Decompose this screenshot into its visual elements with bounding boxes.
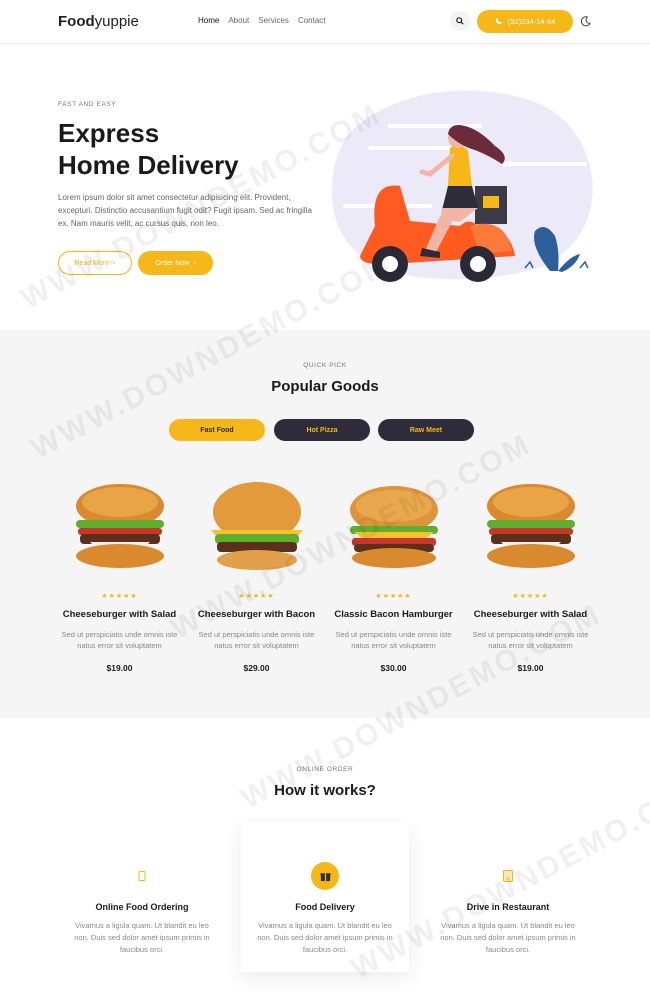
- how-title: How it works?: [274, 782, 376, 799]
- order-now-button[interactable]: Order Now ›: [138, 251, 213, 275]
- hero-title-line1: Express: [58, 118, 160, 148]
- logo-light: yuppie: [94, 13, 139, 30]
- rating-stars: ★★★★★: [512, 593, 549, 600]
- hero-title-line2: Home Delivery: [58, 150, 239, 180]
- rating-stars: ★★★★★: [375, 593, 412, 600]
- site-header: Foodyuppie Home About Services Contact (…: [0, 0, 650, 44]
- logo[interactable]: Foodyuppie: [58, 13, 139, 30]
- chevron-right-icon: ›: [113, 259, 116, 267]
- main-nav: Home About Services Contact: [198, 16, 326, 25]
- logo-bold: Food: [58, 13, 95, 30]
- step-text: Vivamus a ligula quam. Ut blandit eu leo…: [440, 921, 576, 954]
- tab-hot-pizza[interactable]: Hot Pizza: [274, 419, 370, 441]
- tab-raw-meet[interactable]: Raw Meet: [378, 419, 474, 441]
- popular-eyebrow: QUICK PICK: [303, 362, 347, 369]
- step-card-online-ordering: Online Food Ordering Vivamus a ligula qu…: [58, 822, 226, 972]
- burger-image: [57, 478, 182, 578]
- product-description: Sed ut perspiciatis unde omnis iste natu…: [335, 630, 452, 650]
- product-description: Sed ut perspiciatis unde omnis iste natu…: [472, 630, 589, 650]
- step-text: Vivamus a ligula quam. Ut blandit eu leo…: [257, 921, 393, 954]
- product-card[interactable]: ★★★★★ Cheeseburger with Salad Sed ut per…: [468, 478, 593, 673]
- search-icon: [456, 17, 464, 25]
- nav-contact[interactable]: Contact: [298, 16, 326, 25]
- tab-fast-food[interactable]: Fast Food: [169, 419, 265, 441]
- delivery-scooter-illustration: [331, 90, 593, 282]
- hero-eyebrow: FAST AND EASY: [58, 101, 117, 108]
- product-description: Sed ut perspiciatis unde omnis iste natu…: [198, 630, 315, 650]
- product-price: $30.00: [380, 663, 407, 673]
- step-card-food-delivery: Food Delivery Vivamus a ligula quam. Ut …: [241, 822, 409, 972]
- phone-button[interactable]: (32)234-14-84: [477, 10, 573, 33]
- tablet-icon: [494, 862, 522, 890]
- mobile-phone-icon: [128, 862, 156, 890]
- nav-about[interactable]: About: [228, 16, 249, 25]
- product-price: $19.00: [517, 663, 544, 673]
- rating-stars: ★★★★★: [101, 593, 138, 600]
- phone-icon: [495, 18, 502, 25]
- product-description: Sed ut perspiciatis unde omnis iste natu…: [61, 630, 178, 650]
- order-now-label: Order Now: [155, 259, 190, 267]
- product-name[interactable]: Cheeseburger with Salad: [468, 609, 593, 620]
- read-more-label: Read More: [74, 259, 110, 267]
- product-name[interactable]: Cheeseburger with Bacon: [194, 609, 319, 620]
- nav-services[interactable]: Services: [258, 16, 289, 25]
- product-name[interactable]: Cheeseburger with Salad: [57, 609, 182, 620]
- hero-text: Lorem ipsum dolor sit amet consectetur a…: [58, 193, 312, 228]
- step-card-drive-in: Drive in Restaurant Vivamus a ligula qua…: [424, 822, 592, 972]
- read-more-button[interactable]: Read More ›: [58, 251, 132, 275]
- product-price: $29.00: [243, 663, 270, 673]
- burger-image: [194, 478, 319, 578]
- phone-number: (32)234-14-84: [507, 17, 556, 26]
- product-card[interactable]: ★★★★★ Cheeseburger with Bacon Sed ut per…: [194, 478, 319, 673]
- step-title: Online Food Ordering: [95, 902, 189, 912]
- popular-title: Popular Goods: [271, 378, 379, 395]
- step-title: Food Delivery: [295, 902, 355, 912]
- step-text: Vivamus a ligula quam. Ut blandit eu leo…: [74, 921, 210, 954]
- product-price: $19.00: [106, 663, 133, 673]
- rating-stars: ★★★★★: [238, 593, 275, 600]
- moon-icon[interactable]: [580, 16, 591, 27]
- product-card[interactable]: ★★★★★ Cheeseburger with Salad Sed ut per…: [57, 478, 182, 673]
- chevron-right-icon: ›: [193, 259, 196, 267]
- hero-title: Express Home Delivery: [58, 117, 239, 181]
- burger-image: [468, 478, 593, 578]
- burger-image: [331, 478, 456, 578]
- product-card[interactable]: ★★★★★ Classic Bacon Hamburger Sed ut per…: [331, 478, 456, 673]
- search-button[interactable]: [450, 11, 470, 31]
- product-name[interactable]: Classic Bacon Hamburger: [331, 609, 456, 620]
- step-title: Drive in Restaurant: [466, 902, 550, 912]
- how-eyebrow: ONLINE ORDER: [296, 766, 354, 773]
- nav-home[interactable]: Home: [198, 16, 219, 25]
- gift-box-icon: [311, 862, 339, 890]
